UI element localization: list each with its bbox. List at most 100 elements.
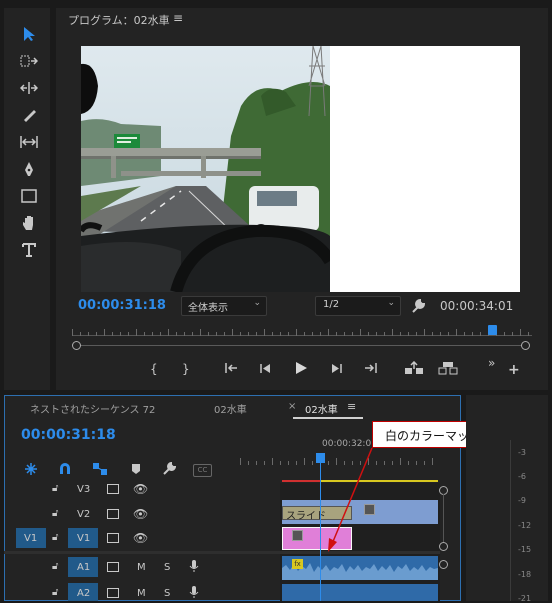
ruler-tick: [200, 329, 201, 336]
tab-02-suisha-1[interactable]: 02水車: [214, 401, 247, 416]
ruler-tick: [312, 332, 313, 336]
work-area-bar-red[interactable]: [282, 480, 320, 482]
zoom-bar-right-handle[interactable]: [521, 341, 530, 350]
program-zoom-bar[interactable]: [76, 345, 526, 346]
ruler-tick: [360, 329, 361, 336]
lock-icon[interactable]: 🔓︎: [52, 508, 58, 519]
pen-tool[interactable]: [17, 158, 41, 180]
play-button[interactable]: [294, 361, 308, 378]
timeline-current-timecode[interactable]: 00:00:31:18: [21, 427, 116, 443]
mute-button[interactable]: M: [137, 562, 146, 573]
meter-track: [510, 440, 511, 601]
fx-badge-audio: fx: [292, 559, 303, 569]
ruler-tick: [136, 329, 137, 336]
ruler-tick: [328, 329, 329, 336]
type-tool[interactable]: [17, 239, 41, 261]
ruler-tick: [400, 332, 401, 336]
zoom-select[interactable]: 全体表示 ⌄: [181, 296, 267, 316]
ruler-tick: [296, 461, 297, 465]
lock-icon[interactable]: 🔓︎: [52, 561, 58, 572]
track-select-tool[interactable]: [17, 50, 41, 72]
eye-icon[interactable]: 👁︎: [133, 507, 148, 521]
ruler-tick: [384, 461, 385, 465]
razor-tool[interactable]: [17, 104, 41, 126]
ruler-tick: [104, 329, 105, 336]
timeline-settings-wrench-icon[interactable]: [162, 461, 177, 479]
solo-button[interactable]: S: [164, 588, 170, 599]
microphone-icon[interactable]: [189, 585, 199, 602]
sync-lock-icon[interactable]: [107, 509, 119, 519]
annotation-arrow: [328, 447, 373, 552]
ruler-tick: [312, 461, 313, 465]
program-monitor-menu-icon[interactable]: ≡: [173, 11, 183, 25]
snap-magnet-icon[interactable]: [58, 462, 72, 479]
ripple-edit-icon: [20, 82, 38, 94]
ruler-tick: [280, 332, 281, 336]
tab-02-suisha-active[interactable]: 02水車: [305, 401, 338, 416]
sync-lock-icon[interactable]: [107, 484, 119, 494]
step-back-button[interactable]: [258, 363, 272, 377]
step-forward-button[interactable]: [330, 363, 344, 377]
slip-tool[interactable]: [17, 131, 41, 153]
sync-lock-icon[interactable]: [107, 588, 119, 598]
program-current-timecode[interactable]: 00:00:31:18: [78, 298, 166, 313]
linked-selection-icon[interactable]: [92, 462, 108, 479]
go-to-in-button[interactable]: [224, 362, 240, 377]
ruler-tick: [352, 332, 353, 336]
sync-lock-icon[interactable]: [107, 533, 119, 543]
ripple-edit-tool[interactable]: [17, 77, 41, 99]
lock-icon[interactable]: 🔓︎: [52, 587, 58, 598]
mute-button[interactable]: M: [137, 588, 146, 599]
ruler-tick: [248, 461, 249, 465]
slip-icon: [20, 136, 38, 148]
ruler-tick: [520, 329, 521, 336]
lift-button[interactable]: [404, 360, 424, 378]
program-duration-timecode: 00:00:34:01: [440, 299, 514, 313]
lock-icon[interactable]: 🔓︎: [52, 532, 58, 543]
meter-level-6: -6: [518, 472, 526, 481]
ruler-tick: [320, 332, 321, 336]
pen-icon: [25, 162, 33, 176]
timeline-menu-icon[interactable]: ≡: [347, 400, 356, 413]
type-t-icon: [22, 243, 36, 257]
scroll-handle-mid[interactable]: [439, 542, 448, 551]
mark-in-button[interactable]: {: [150, 362, 158, 376]
source-patch-v1-label: V1: [24, 533, 38, 544]
microphone-icon[interactable]: [189, 559, 199, 576]
extract-button[interactable]: [438, 361, 458, 378]
scroll-handle-bottom[interactable]: [439, 560, 448, 569]
ruler-tick: [472, 332, 473, 336]
hand-tool[interactable]: [17, 212, 41, 234]
eye-icon[interactable]: 👁︎: [133, 531, 148, 545]
add-button-icon[interactable]: +: [508, 362, 520, 378]
ruler-tick: [304, 458, 305, 465]
resolution-select[interactable]: 1/2 ⌄: [315, 296, 401, 316]
lock-icon[interactable]: 🔓︎: [52, 483, 58, 494]
program-playhead[interactable]: [488, 325, 497, 335]
sync-lock-icon[interactable]: [107, 562, 119, 572]
tab-close-icon[interactable]: ×: [288, 401, 296, 412]
eye-icon[interactable]: 👁︎: [133, 482, 148, 496]
rectangle-tool[interactable]: [17, 185, 41, 207]
selection-tool[interactable]: [17, 23, 41, 45]
ruler-tick: [264, 329, 265, 336]
go-to-out-button[interactable]: [362, 362, 378, 377]
tab-nested-sequence[interactable]: ネストされたシーケンス 72: [30, 401, 155, 416]
captions-icon[interactable]: CC: [193, 464, 212, 477]
nest-toggle-icon[interactable]: [24, 462, 38, 479]
zoom-select-value: 全体表示: [188, 303, 228, 314]
zoom-bar-left-handle[interactable]: [72, 341, 81, 350]
ruler-tick: [152, 332, 153, 336]
clip-a2-audio[interactable]: [282, 584, 438, 601]
solo-button[interactable]: S: [164, 562, 170, 573]
ruler-tick: [344, 332, 345, 336]
track-name-a1: A1: [77, 562, 91, 573]
go-to-in-icon: [225, 363, 237, 373]
more-controls-icon[interactable]: »: [488, 356, 495, 370]
add-marker-icon[interactable]: [131, 463, 141, 478]
mark-out-button[interactable]: }: [182, 362, 190, 376]
step-forward-icon: [332, 364, 342, 373]
ruler-tick: [392, 461, 393, 465]
ruler-tick: [224, 332, 225, 336]
wrench-settings-icon[interactable]: [410, 298, 426, 317]
